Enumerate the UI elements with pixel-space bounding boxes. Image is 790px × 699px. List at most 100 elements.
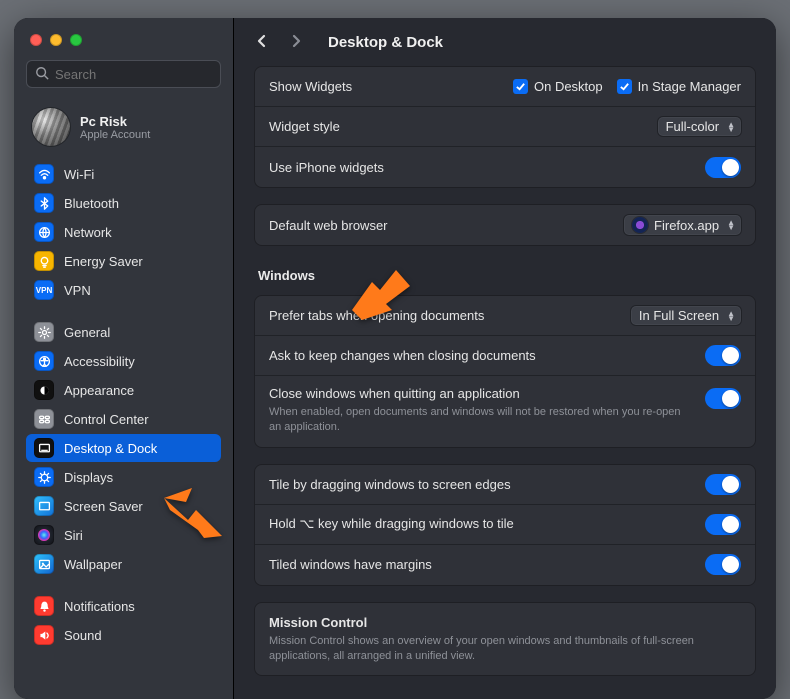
sidebar-item-wi-fi[interactable]: Wi-Fi xyxy=(26,160,221,188)
search-field[interactable] xyxy=(26,60,221,88)
widgets-group: Show Widgets On Desktop In Stage Manager xyxy=(254,66,756,188)
sidebar-item-control-center[interactable]: Control Center xyxy=(26,405,221,433)
bulb-icon xyxy=(34,251,54,271)
prefer-tabs-popup[interactable]: In Full Screen ▲▼ xyxy=(631,306,741,325)
default-browser-value: Firefox.app xyxy=(654,218,719,233)
cc-icon xyxy=(34,409,54,429)
sidebar-item-siri[interactable]: Siri xyxy=(26,521,221,549)
dock-icon xyxy=(34,438,54,458)
sidebar-item-appearance[interactable]: Appearance xyxy=(26,376,221,404)
sidebar-item-screen-saver[interactable]: Screen Saver xyxy=(26,492,221,520)
account-sub: Apple Account xyxy=(80,129,150,141)
sidebar-item-energy-saver[interactable]: Energy Saver xyxy=(26,247,221,275)
sidebar-item-label: General xyxy=(64,325,110,340)
sidebar-item-label: Desktop & Dock xyxy=(64,441,157,456)
sidebar-item-bluetooth[interactable]: Bluetooth xyxy=(26,189,221,217)
tile-edges-toggle[interactable] xyxy=(705,474,741,495)
in-stage-checkbox[interactable]: In Stage Manager xyxy=(617,79,741,94)
chevron-updown-icon: ▲▼ xyxy=(725,220,737,230)
widget-style-value: Full-color xyxy=(666,119,719,134)
close-windows-toggle[interactable] xyxy=(705,388,741,409)
avatar xyxy=(32,108,70,146)
close-windows-row: Close windows when quitting an applicati… xyxy=(255,376,755,447)
prefer-tabs-row: Prefer tabs when opening documents In Fu… xyxy=(255,296,755,336)
widget-style-label: Widget style xyxy=(269,119,340,134)
hold-key-toggle[interactable] xyxy=(705,514,741,535)
sound-icon xyxy=(34,625,54,645)
window-controls xyxy=(22,30,225,60)
bt-icon xyxy=(34,193,54,213)
mission-control-sub: Mission Control shows an overview of you… xyxy=(269,634,741,664)
checkmark-icon xyxy=(617,79,632,94)
sidebar-item-vpn[interactable]: VPNVPN xyxy=(26,276,221,304)
wifi-icon xyxy=(34,164,54,184)
hold-key-row: Hold ⌥ key while dragging windows to til… xyxy=(255,505,755,545)
zoom-window-button[interactable] xyxy=(70,34,82,46)
margins-row: Tiled windows have margins xyxy=(255,545,755,585)
sidebar-item-label: Displays xyxy=(64,470,113,485)
scroll-area[interactable]: Show Widgets On Desktop In Stage Manager xyxy=(234,66,776,699)
wall-icon xyxy=(34,554,54,574)
windows-section-title: Windows xyxy=(254,262,756,289)
ask-keep-changes-toggle[interactable] xyxy=(705,345,741,366)
widget-style-popup[interactable]: Full-color ▲▼ xyxy=(658,117,741,136)
margins-label: Tiled windows have margins xyxy=(269,557,432,572)
sidebar-item-label: Network xyxy=(64,225,112,240)
sidebar-item-label: Energy Saver xyxy=(64,254,143,269)
widget-style-row: Widget style Full-color ▲▼ xyxy=(255,107,755,147)
chevron-updown-icon: ▲▼ xyxy=(725,122,737,132)
default-browser-popup[interactable]: Firefox.app ▲▼ xyxy=(624,215,741,235)
sidebar-item-wallpaper[interactable]: Wallpaper xyxy=(26,550,221,578)
close-windows-sub: When enabled, open documents and windows… xyxy=(269,405,691,435)
use-iphone-widgets-row: Use iPhone widgets xyxy=(255,147,755,187)
back-button[interactable] xyxy=(252,30,272,55)
default-browser-label: Default web browser xyxy=(269,218,388,233)
sidebar-nav: Wi-Fi Bluetooth Network Energy Saver VPNVPN G… xyxy=(22,160,225,649)
hold-key-label: Hold ⌥ key while dragging windows to til… xyxy=(269,516,514,532)
chevron-updown-icon: ▲▼ xyxy=(725,311,737,321)
margins-toggle[interactable] xyxy=(705,554,741,575)
minimize-window-button[interactable] xyxy=(50,34,62,46)
bell-icon xyxy=(34,596,54,616)
mission-control-title: Mission Control xyxy=(269,615,367,630)
search-icon xyxy=(35,66,55,83)
use-iphone-widgets-label: Use iPhone widgets xyxy=(269,160,384,175)
checkmark-icon xyxy=(513,79,528,94)
mission-control-group: Mission Control Mission Control shows an… xyxy=(254,602,756,677)
account-row[interactable]: Pc Risk Apple Account xyxy=(22,102,225,160)
prefer-tabs-label: Prefer tabs when opening documents xyxy=(269,308,484,323)
account-name: Pc Risk xyxy=(80,114,150,129)
ss-icon xyxy=(34,496,54,516)
content-pane: Desktop & Dock Show Widgets On Desktop I… xyxy=(234,18,776,699)
ask-keep-changes-label: Ask to keep changes when closing documen… xyxy=(269,348,536,363)
sidebar-item-displays[interactable]: Displays xyxy=(26,463,221,491)
sidebar-item-label: Notifications xyxy=(64,599,135,614)
sidebar-item-sound[interactable]: Sound xyxy=(26,621,221,649)
titlebar: Desktop & Dock xyxy=(234,18,776,66)
close-window-button[interactable] xyxy=(30,34,42,46)
sidebar-item-network[interactable]: Network xyxy=(26,218,221,246)
prefer-tabs-value: In Full Screen xyxy=(639,308,719,323)
sidebar-item-label: Accessibility xyxy=(64,354,135,369)
on-desktop-label: On Desktop xyxy=(534,79,603,94)
page-title: Desktop & Dock xyxy=(328,34,443,51)
sidebar: Pc Risk Apple Account Wi-Fi Bluetooth Netw… xyxy=(14,18,234,699)
vpn-icon: VPN xyxy=(34,280,54,300)
on-desktop-checkbox[interactable]: On Desktop xyxy=(513,79,603,94)
sidebar-item-accessibility[interactable]: Accessibility xyxy=(26,347,221,375)
firefox-icon xyxy=(632,217,648,233)
search-input[interactable] xyxy=(55,67,212,82)
sidebar-item-general[interactable]: General xyxy=(26,318,221,346)
use-iphone-widgets-toggle[interactable] xyxy=(705,157,741,178)
sidebar-item-label: Wi-Fi xyxy=(64,167,94,182)
forward-button[interactable] xyxy=(286,30,306,55)
show-widgets-row: Show Widgets On Desktop In Stage Manager xyxy=(255,67,755,107)
sidebar-item-label: Sound xyxy=(64,628,102,643)
sidebar-item-label: Siri xyxy=(64,528,83,543)
globe-icon xyxy=(34,222,54,242)
sidebar-item-desktop-dock[interactable]: Desktop & Dock xyxy=(26,434,221,462)
mission-control-header: Mission Control Mission Control shows an… xyxy=(255,603,755,676)
ask-keep-changes-row: Ask to keep changes when closing documen… xyxy=(255,336,755,376)
sidebar-item-notifications[interactable]: Notifications xyxy=(26,592,221,620)
sidebar-item-label: Wallpaper xyxy=(64,557,122,572)
